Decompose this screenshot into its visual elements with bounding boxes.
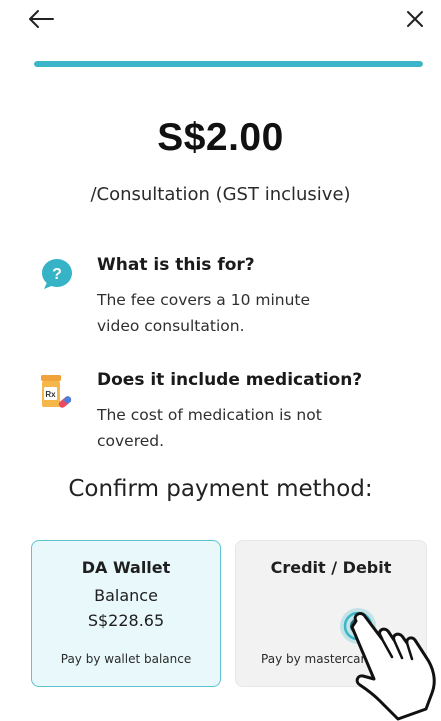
wallet-balance-amount: S$228.65 [87, 611, 165, 630]
svg-text:Rx: Rx [45, 390, 56, 399]
wallet-note: Pay by wallet balance [60, 652, 192, 666]
close-button[interactable] [399, 5, 431, 33]
wallet-payment-option[interactable]: DA Wallet Balance S$228.65 Pay by wallet… [31, 540, 221, 687]
medication-bottle-icon: Rx [41, 375, 72, 408]
info-does-it-include-medication: Rx Does it include medication? The cost … [38, 370, 418, 460]
credit-title: Credit / Debit [270, 558, 392, 577]
wallet-title: DA Wallet [81, 558, 171, 577]
top-bar [0, 0, 441, 40]
fee-price: S$2.00 [157, 116, 284, 159]
fee-subtitle: /Consultation (GST inclusive) [90, 184, 351, 205]
info-what-is-this-for: ? What is this for? The fee covers a 10 … [38, 255, 418, 345]
arrow-left-icon [29, 10, 54, 28]
svg-text:?: ? [52, 266, 62, 283]
wallet-balance-label: Balance [94, 586, 158, 605]
progress-fill [34, 61, 423, 67]
pointing-hand-icon [350, 612, 436, 721]
progress-bar [34, 61, 423, 67]
info-title: What is this for? [97, 255, 255, 275]
question-bubble-icon: ? [42, 259, 72, 289]
close-icon [407, 11, 423, 27]
back-button[interactable] [25, 5, 57, 33]
info-title: Does it include medication? [97, 370, 363, 390]
payment-method-title: Confirm payment method: [68, 476, 373, 502]
info-text: The fee covers a 10 minute video consult… [97, 291, 311, 335]
info-text: The cost of medication is not covered. [97, 406, 322, 450]
